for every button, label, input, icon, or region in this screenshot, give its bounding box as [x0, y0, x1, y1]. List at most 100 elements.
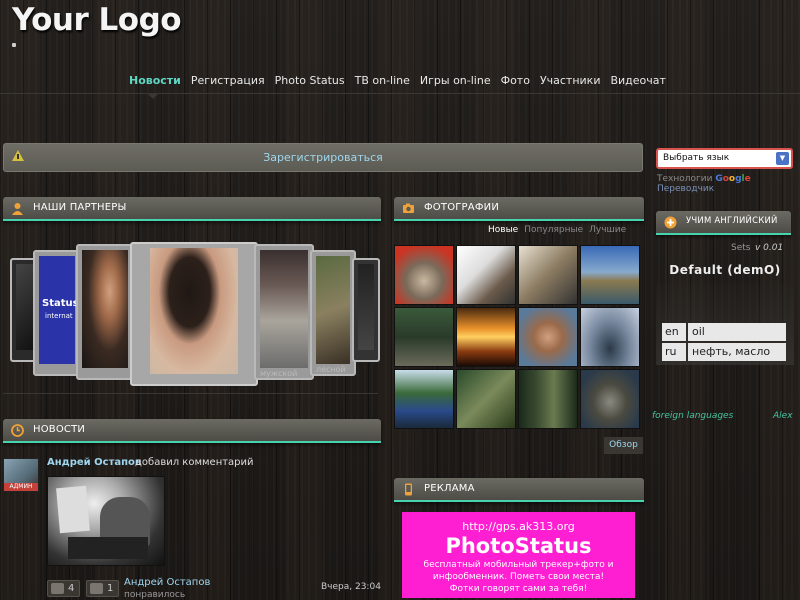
- nav-active-pointer: [147, 93, 159, 99]
- photo-thumbnail[interactable]: [394, 307, 454, 367]
- nav-item-news[interactable]: Новости: [124, 74, 186, 87]
- likes-count: 1: [107, 583, 114, 594]
- tab-new[interactable]: Новые: [488, 225, 518, 235]
- nav-item-members[interactable]: Участники: [535, 74, 606, 87]
- partner-banner-subtext: internat: [45, 312, 73, 320]
- photo-thumbnail[interactable]: [456, 245, 516, 305]
- phone-icon: [405, 483, 412, 496]
- partner-card[interactable]: Status internat: [33, 250, 81, 376]
- word-value: нефть, масло: [688, 343, 786, 361]
- partner-image: [16, 264, 34, 350]
- chevron-down-icon: ▼: [776, 152, 789, 165]
- english-title: УЧИМ АНГЛИЙСКИЙ: [686, 216, 778, 226]
- partners-title: НАШИ ПАРТНЕРЫ: [33, 202, 127, 213]
- sets-version: v 0.01: [755, 243, 784, 253]
- photo-thumbnail[interactable]: [518, 307, 578, 367]
- translate-prefix: Технологии: [657, 174, 713, 184]
- plus-circle-icon: [664, 216, 677, 229]
- news-action-text: добавил комментарий: [135, 457, 254, 468]
- photo-thumbnail[interactable]: [580, 245, 640, 305]
- partner-card[interactable]: [352, 258, 380, 362]
- nav-item-videochat[interactable]: Видеочат: [605, 74, 670, 87]
- ad-headline: PhotoStatus: [445, 534, 592, 558]
- main-nav: Новости Регистрация Photo Status ТВ on-l…: [124, 74, 671, 87]
- nav-item-photo[interactable]: Фото: [496, 74, 535, 87]
- news-photo-detail: [68, 537, 148, 559]
- news-photo[interactable]: [47, 476, 165, 566]
- partner-image: [316, 256, 350, 364]
- camera-icon: [403, 203, 414, 213]
- nav-divider: [0, 93, 800, 94]
- translate-credit: Технологии Google Переводчик: [657, 174, 800, 194]
- partner-card[interactable]: лесной: [310, 250, 356, 376]
- sets-label[interactable]: Sets: [731, 243, 750, 253]
- browse-button[interactable]: Обзор: [604, 437, 643, 454]
- ad-text-line: Фотки говорят сами за тебя!: [449, 584, 588, 594]
- author-link[interactable]: Alex: [773, 411, 793, 421]
- admin-badge: АДМИН: [4, 483, 38, 491]
- news-header: НОВОСТИ: [3, 419, 381, 443]
- language-select-value: Выбрать язык: [663, 153, 730, 163]
- register-link[interactable]: Зарегистрироваться: [4, 151, 642, 164]
- word-lang: ru: [662, 343, 686, 361]
- photo-thumbnail[interactable]: [580, 369, 640, 429]
- word-row-en: en oil: [662, 323, 786, 341]
- photos-header: ФОТОГРАФИИ: [394, 197, 644, 221]
- news-timestamp: Вчера, 23:04: [321, 582, 381, 592]
- photo-grid: [394, 245, 644, 429]
- partner-caption: лесной: [316, 365, 346, 374]
- word-row-ru: ru нефть, масло: [662, 343, 786, 361]
- nav-item-games-online[interactable]: Игры on-line: [415, 74, 496, 87]
- partner-card[interactable]: мужской: [254, 244, 314, 380]
- news-title: НОВОСТИ: [33, 424, 86, 435]
- partner-caption: мужской: [260, 369, 298, 378]
- nav-item-photo-status[interactable]: Photo Status: [270, 74, 350, 87]
- ad-text-line: инфообменник. Пометь свои места!: [432, 572, 605, 582]
- like-button[interactable]: 1: [86, 580, 120, 597]
- foreign-languages-link[interactable]: foreign languages: [652, 411, 733, 421]
- photos-title: ФОТОГРАФИИ: [424, 202, 499, 213]
- partners-header: НАШИ ПАРТНЕРЫ: [3, 197, 381, 221]
- photo-thumbnail[interactable]: [580, 307, 640, 367]
- avatar[interactable]: АДМИН: [3, 458, 39, 492]
- nav-item-tv-online[interactable]: ТВ on-line: [350, 74, 415, 87]
- photo-thumbnail[interactable]: [394, 245, 454, 305]
- photo-thumbnail[interactable]: [518, 369, 578, 429]
- ad-url: http://gps.ak313.org: [462, 520, 575, 533]
- partner-image: [150, 248, 238, 374]
- word-lang: en: [662, 323, 686, 341]
- news-liker-link[interactable]: Андрей Остапов: [124, 577, 210, 588]
- user-icon: [12, 203, 23, 215]
- partner-card[interactable]: [76, 244, 134, 380]
- logo-dot: [12, 43, 16, 47]
- news-liked-text: понравилось: [124, 590, 186, 600]
- section-divider: [3, 393, 378, 394]
- photo-thumbnail[interactable]: [518, 245, 578, 305]
- photo-thumbnail[interactable]: [456, 369, 516, 429]
- comments-button[interactable]: 4: [47, 580, 81, 597]
- comments-count: 4: [68, 583, 75, 594]
- news-photo-detail: [56, 485, 90, 534]
- partner-banner-text: Status: [42, 298, 79, 309]
- ads-title: РЕКЛАМА: [424, 483, 475, 494]
- partner-image: [358, 264, 374, 350]
- photo-thumbnail[interactable]: [394, 369, 454, 429]
- photo-tabs: Новые Популярные Лучшие: [488, 225, 626, 235]
- tab-best[interactable]: Лучшие: [589, 225, 626, 235]
- register-bar: Зарегистрироваться: [3, 143, 643, 172]
- site-logo[interactable]: Your Logo: [12, 2, 182, 38]
- google-logo[interactable]: Google: [715, 174, 750, 184]
- translate-suffix[interactable]: Переводчик: [657, 184, 714, 194]
- ads-header: РЕКЛАМА: [394, 478, 644, 502]
- ad-banner[interactable]: http://gps.ak313.org PhotoStatus бесплат…: [402, 512, 635, 598]
- english-set-name: Default (demO): [669, 263, 781, 277]
- partner-image: [82, 250, 128, 368]
- nav-item-registration[interactable]: Регистрация: [186, 74, 270, 87]
- clock-icon: [11, 424, 24, 437]
- partner-card-featured[interactable]: [130, 242, 258, 386]
- tab-popular[interactable]: Популярные: [524, 225, 583, 235]
- news-author-link[interactable]: Андрей Остапов: [47, 457, 141, 468]
- partner-image: [260, 250, 308, 368]
- photo-thumbnail[interactable]: [456, 307, 516, 367]
- language-select[interactable]: Выбрать язык ▼: [656, 148, 793, 169]
